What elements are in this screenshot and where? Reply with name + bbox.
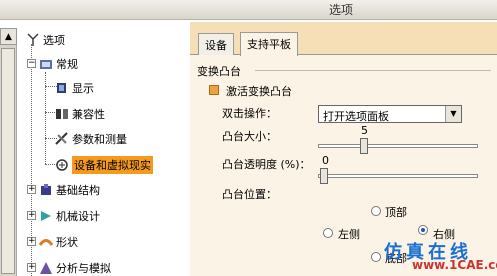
tree-node-label: 设备和虚拟现实 [72,156,153,174]
size-value: 5 [361,124,368,137]
tree-node-display[interactable]: 显示 [55,80,94,96]
expand-icon[interactable]: + [27,263,36,272]
dblclick-label: 双击操作： [222,107,277,120]
infrastructure-icon [39,183,53,197]
tab-label: 支持平板 [247,38,291,51]
opacity-slider-track[interactable] [318,174,478,178]
tab-label: 设备 [205,39,227,52]
title-bar: 选项 [0,0,497,20]
activate-label: 激活变换凸台 [226,85,292,98]
opacity-value: 0 [322,154,329,167]
position-right-radio[interactable] [418,225,428,235]
tree-node-label: 选项 [43,34,65,47]
position-left-radio[interactable] [323,228,333,238]
tree-node-label: 常规 [56,58,78,71]
activate-checkbox[interactable] [209,85,219,95]
mechanical-design-icon [39,209,53,223]
general-settings-icon [39,57,53,71]
group-title: 变换凸台 [197,65,241,78]
display-icon [55,81,69,95]
shape-icon [38,235,54,249]
position-top-radio[interactable] [371,206,381,216]
compatibility-icon [55,107,69,121]
scroll-thumb[interactable] [1,48,15,274]
tree-node-params[interactable]: 参数和测量 [55,131,127,147]
scroll-up-arrow-icon[interactable]: ▲ [0,28,17,45]
size-slider-thumb[interactable] [360,138,368,154]
tree-scrollbar[interactable]: ▲ [0,28,17,276]
group-divider [255,70,491,71]
tree-node-label: 分析与模拟 [56,262,111,275]
parameters-icon [55,132,69,146]
position-bottom-radio[interactable] [371,252,381,262]
tree-node-label: 参数和测量 [72,133,127,146]
expand-icon[interactable]: + [27,237,36,246]
expand-icon[interactable]: + [27,185,36,194]
tree-node-general[interactable]: 常规 [39,56,78,72]
tree-node-label: 形状 [56,236,78,249]
collapse-icon[interactable]: − [27,59,36,68]
tree-node-label: 基础结构 [56,184,100,197]
tree-node-shape[interactable]: 形状 [38,234,78,250]
tree-node-root[interactable]: 选项 [26,32,65,48]
tree-node-infrastructure[interactable]: 基础结构 [39,182,100,198]
chevron-down-icon[interactable]: ▼ [445,106,461,122]
tree-node-mech[interactable]: 机械设计 [39,208,100,224]
opacity-slider-thumb[interactable] [320,168,328,184]
size-slider-track[interactable] [318,144,478,148]
tree-node-devices[interactable]: 设备和虚拟现实 [55,156,153,174]
devices-icon [55,158,69,172]
tab-devices[interactable]: 设备 [198,33,234,55]
position-left-label: 左侧 [338,228,360,241]
tree-node-label: 兼容性 [72,108,105,121]
tree-node-analysis[interactable]: 分析与模拟 [39,260,111,276]
tree-node-label: 显示 [72,82,94,95]
position-top-label: 顶部 [385,206,407,219]
tree-node-compat[interactable]: 兼容性 [55,106,105,122]
opacity-label: 凸台透明度 (%)： [222,158,311,171]
tab-support[interactable]: 支持平板 [240,32,298,56]
tree-node-label: 机械设计 [56,210,100,223]
options-root-icon [26,33,40,47]
analysis-icon [39,261,53,275]
size-label: 凸台大小： [222,130,277,143]
position-label: 凸台位置： [222,188,277,201]
dblclick-dropdown[interactable]: 打开选项面板 ▼ [318,105,462,123]
expand-icon[interactable]: + [27,211,36,220]
dropdown-value: 打开选项面板 [323,110,389,123]
window-title: 选项 [329,3,354,17]
watermark-url: www.1CAE.com [412,258,497,272]
